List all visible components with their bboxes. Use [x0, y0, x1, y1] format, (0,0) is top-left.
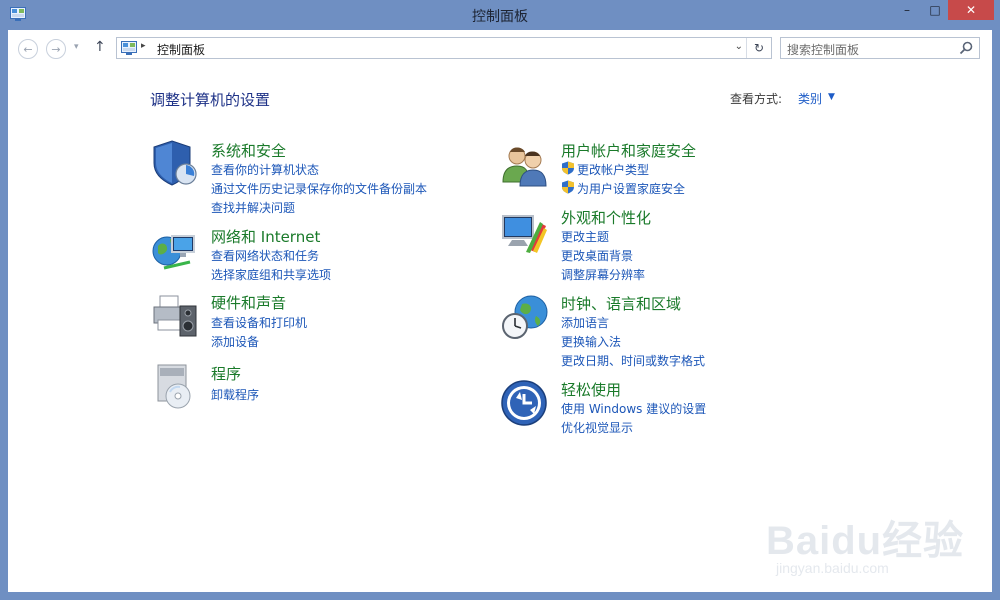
category-programs[interactable]: 程序: [211, 363, 241, 384]
recent-locations-chevron-icon[interactable]: ▾: [74, 42, 79, 52]
link-add-language[interactable]: 添加语言: [561, 314, 609, 331]
up-button[interactable]: ↑: [94, 39, 106, 55]
link-optimize-visual-display[interactable]: 优化视觉显示: [561, 419, 633, 436]
search-box[interactable]: 搜索控制面板: [780, 37, 980, 59]
link-change-theme[interactable]: 更改主题: [561, 228, 609, 245]
appearance-monitor-icon[interactable]: [500, 210, 550, 260]
watermark-url: jingyan.baidu.com: [776, 560, 889, 576]
breadcrumb-arrow-icon[interactable]: ▸: [141, 41, 146, 51]
view-by-label: 查看方式:: [730, 92, 783, 106]
clock-globe-icon[interactable]: [500, 292, 550, 342]
search-input[interactable]: 搜索控制面板: [787, 41, 859, 58]
printer-speaker-icon[interactable]: [150, 292, 200, 342]
network-globe-icon[interactable]: [150, 226, 200, 276]
window-bottom-border: [0, 592, 1000, 600]
chevron-down-icon[interactable]: ▼: [828, 92, 835, 102]
ease-of-access-icon[interactable]: [500, 378, 550, 428]
watermark-text: Baidu经验: [766, 519, 965, 563]
link-date-time-format[interactable]: 更改日期、时间或数字格式: [561, 352, 705, 369]
refresh-button[interactable]: ↻: [746, 38, 771, 58]
category-ease-of-access[interactable]: 轻松使用: [561, 379, 621, 400]
category-system-security[interactable]: 系统和安全: [211, 140, 286, 161]
category-clock-region[interactable]: 时钟、语言和区域: [561, 293, 681, 314]
minimize-button[interactable]: –: [892, 0, 922, 20]
link-change-input-method[interactable]: 更换输入法: [561, 333, 621, 350]
link-uninstall-program[interactable]: 卸载程序: [211, 386, 259, 403]
link-desktop-background[interactable]: 更改桌面背景: [561, 247, 633, 264]
close-button[interactable]: ✕: [948, 0, 994, 20]
user-accounts-icon[interactable]: [500, 140, 550, 190]
maximize-button[interactable]: □: [922, 0, 948, 20]
client-area: ← → ▾ ↑ ▸ 控制面板 ⌄ ↻ 搜索控制面板 调整计算机的设置 查看方式:…: [8, 30, 992, 592]
window-title: 控制面板: [472, 9, 528, 25]
uac-shield-icon: [562, 180, 574, 194]
link-change-account-type[interactable]: 更改帐户类型: [577, 161, 649, 178]
link-troubleshoot[interactable]: 查找并解决问题: [211, 199, 295, 216]
page-title: 调整计算机的设置: [150, 91, 271, 109]
link-view-computer-status[interactable]: 查看你的计算机状态: [211, 161, 319, 178]
link-homegroup[interactable]: 选择家庭组和共享选项: [211, 266, 331, 283]
link-network-status[interactable]: 查看网络状态和任务: [211, 247, 319, 264]
security-shield-icon[interactable]: [150, 138, 200, 188]
address-bar[interactable]: ▸ 控制面板 ⌄ ↻: [116, 37, 772, 59]
category-appearance[interactable]: 外观和个性化: [561, 207, 651, 228]
category-user-accounts[interactable]: 用户帐户和家庭安全: [561, 140, 696, 161]
baidu-watermark: Baidu经验 jingyan.baidu.com: [766, 488, 966, 578]
programs-disc-icon[interactable]: [150, 362, 200, 412]
uac-shield-icon: [562, 161, 574, 175]
link-screen-resolution[interactable]: 调整屏幕分辨率: [561, 266, 645, 283]
link-family-safety[interactable]: 为用户设置家庭安全: [577, 180, 685, 197]
link-devices-printers[interactable]: 查看设备和打印机: [211, 314, 307, 331]
category-hardware-sound[interactable]: 硬件和声音: [211, 292, 286, 313]
link-recommended-settings[interactable]: 使用 Windows 建议的设置: [561, 400, 706, 417]
navigation-bar: ← → ▾ ↑ ▸ 控制面板 ⌄ ↻ 搜索控制面板: [8, 30, 992, 68]
back-button[interactable]: ←: [18, 39, 38, 59]
forward-button[interactable]: →: [46, 39, 66, 59]
control-panel-window: 控制面板 – □ ✕ ← → ▾ ↑ ▸ 控制面板 ⌄ ↻ 搜索控制面板 调整计…: [0, 0, 1000, 600]
search-icon[interactable]: [959, 41, 973, 55]
title-bar[interactable]: 控制面板 – □ ✕: [0, 0, 1000, 30]
category-network-internet[interactable]: 网络和 Internet: [211, 226, 320, 247]
link-file-history[interactable]: 通过文件历史记录保存你的文件备份副本: [211, 180, 427, 197]
breadcrumb[interactable]: 控制面板: [157, 41, 205, 58]
view-by-dropdown[interactable]: 类别: [798, 90, 822, 107]
address-dropdown-icon[interactable]: ⌄: [735, 41, 743, 52]
link-add-device[interactable]: 添加设备: [211, 333, 259, 350]
control-panel-icon: [121, 41, 137, 55]
